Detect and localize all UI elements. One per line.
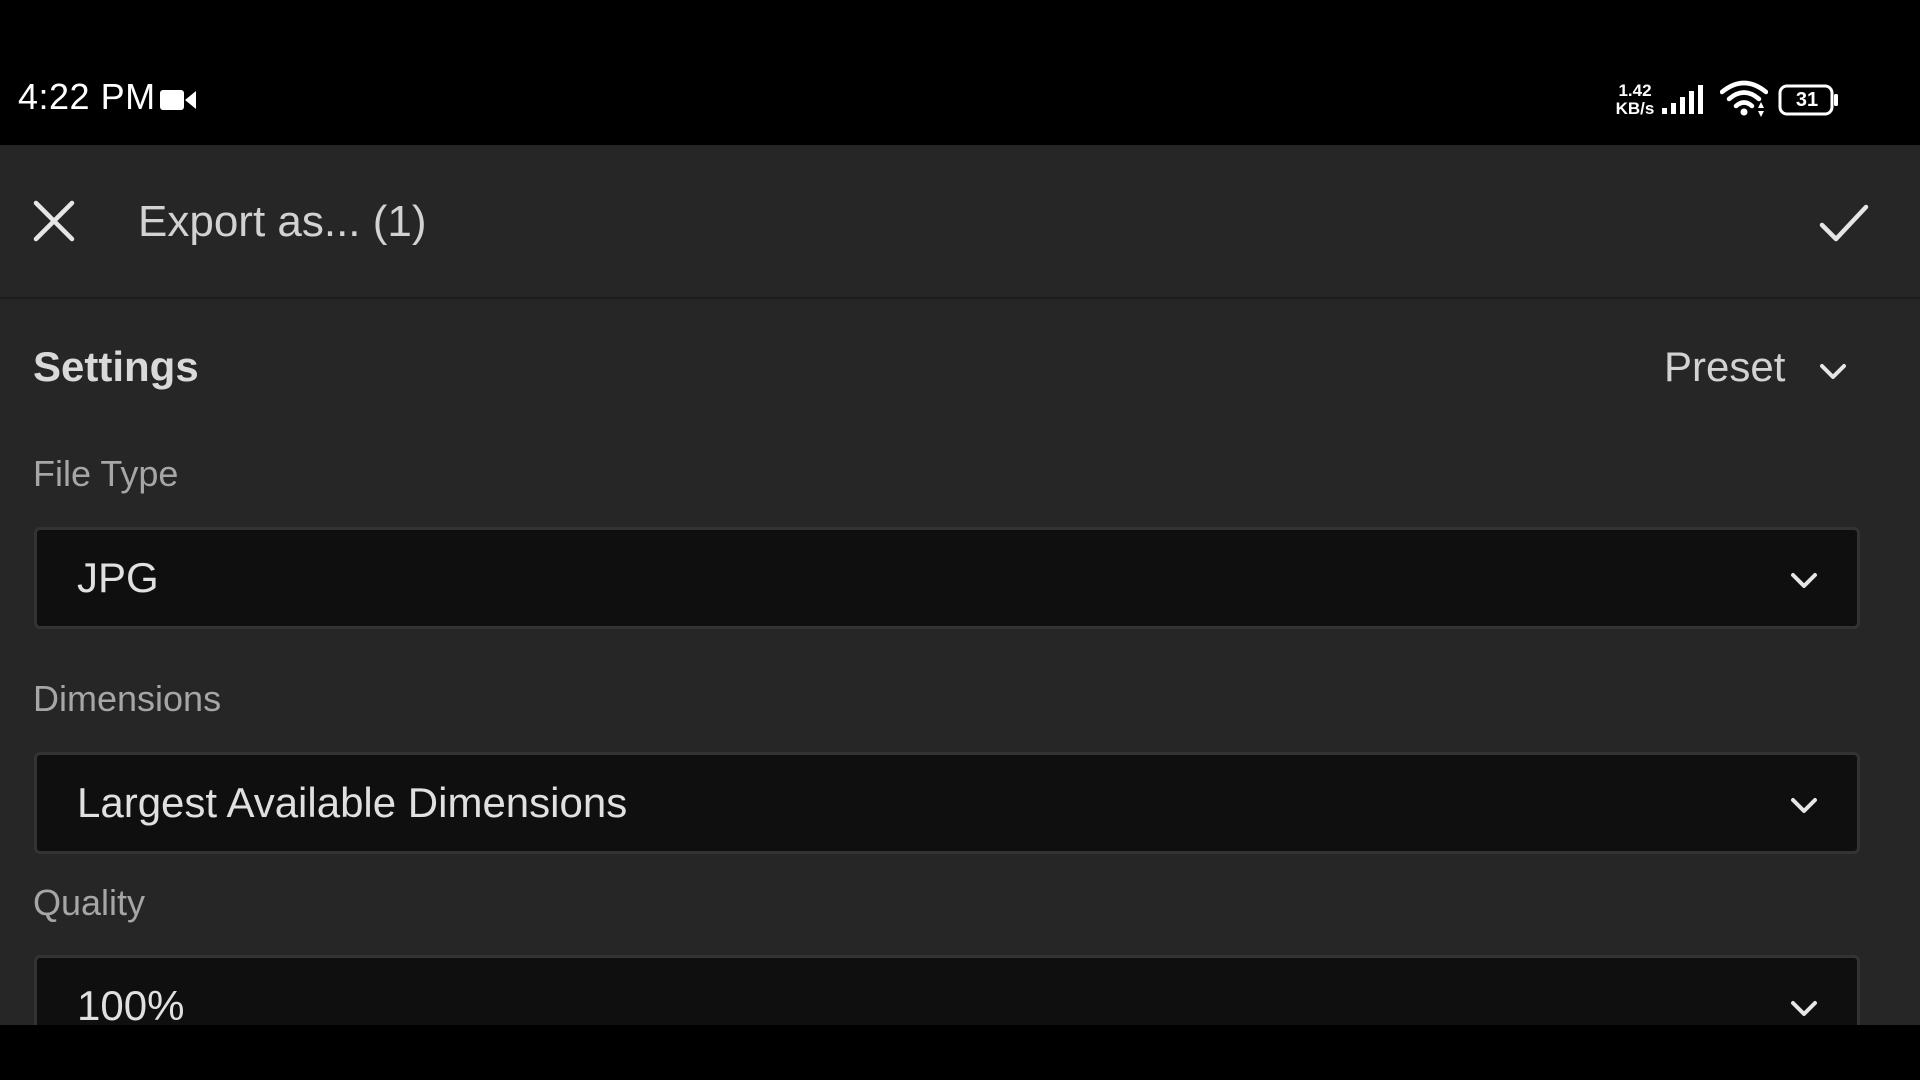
quality-label: Quality [33, 882, 146, 923]
bottom-bar [0, 1025, 1920, 1080]
export-dialog: Export as... (1) Settings Preset File Ty… [0, 145, 1920, 1025]
chevron-down-icon [1791, 798, 1817, 813]
chevron-down-icon [1820, 364, 1846, 379]
file-type-label: File Type [33, 453, 179, 494]
network-speed-unit: KB/s [1615, 99, 1655, 118]
network-speed-value: 1.42 [1618, 81, 1652, 100]
video-record-icon [160, 90, 196, 110]
status-time: 4:22 PM [18, 76, 156, 117]
cellular-signal-icon [1662, 85, 1703, 114]
settings-heading: Settings [33, 343, 199, 390]
screen: 4:22 PM 1.42 KB/s 31 Export as... (1) Se… [0, 0, 1920, 1080]
page-title: Export as... (1) [138, 197, 427, 246]
chevron-down-icon [1791, 1001, 1817, 1016]
chevron-down-icon [1791, 573, 1817, 588]
app-header: Export as... (1) [0, 145, 1920, 299]
file-type-select[interactable]: JPG [34, 527, 1860, 629]
dimensions-select[interactable]: Largest Available Dimensions [34, 752, 1860, 854]
close-icon [33, 200, 75, 242]
checkmark-icon [1819, 204, 1869, 242]
preset-label: Preset [1664, 343, 1786, 390]
network-speed: 1.42 KB/s [1610, 82, 1660, 118]
close-button[interactable] [28, 195, 80, 247]
battery-level: 31 [1795, 89, 1819, 111]
status-bar: 4:22 PM 1.42 KB/s 31 [0, 0, 1920, 145]
dimensions-value: Largest Available Dimensions [77, 779, 628, 826]
wifi-icon [1720, 80, 1768, 117]
dimensions-label: Dimensions [33, 678, 222, 719]
quality-select[interactable]: 100% [34, 955, 1860, 1025]
file-type-value: JPG [77, 554, 159, 601]
confirm-button[interactable] [1816, 195, 1872, 251]
quality-value: 100% [77, 982, 185, 1025]
